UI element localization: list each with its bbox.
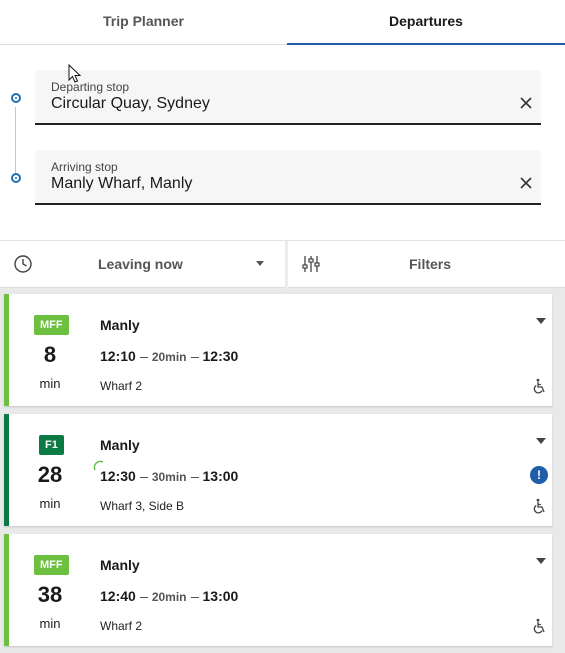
trip-times: 12:10 20min 12:30 bbox=[100, 348, 238, 364]
route-connector bbox=[15, 107, 16, 173]
destination: Manly bbox=[100, 557, 140, 573]
trip-duration: 20min bbox=[151, 590, 187, 604]
filters-label: Filters bbox=[409, 256, 452, 272]
arrive-time: 12:30 bbox=[202, 348, 239, 364]
minutes-until-departure: 38 bbox=[37, 582, 63, 607]
wheelchair-icon bbox=[533, 618, 545, 634]
wharf-location: Wharf 3, Side B bbox=[100, 499, 185, 513]
origin-marker-icon bbox=[11, 93, 21, 103]
wharf-location: Wharf 2 bbox=[100, 619, 143, 633]
depart-time: 12:10 bbox=[100, 348, 136, 364]
trip-duration: 30min bbox=[151, 470, 187, 484]
tab-departures[interactable]: Departures bbox=[287, 0, 565, 45]
destination: Manly bbox=[100, 317, 140, 333]
minutes-unit: min bbox=[39, 616, 61, 631]
clear-arriving-icon[interactable] bbox=[519, 176, 533, 190]
filters-button[interactable]: Filters bbox=[288, 241, 565, 287]
departing-stop-value[interactable]: Circular Quay, Sydney bbox=[51, 95, 210, 113]
arriving-stop-label: Arriving stop bbox=[51, 160, 118, 174]
depart-time: 12:40 bbox=[100, 588, 136, 604]
trip-duration: 20min bbox=[151, 350, 187, 364]
arrive-time: 13:00 bbox=[202, 588, 239, 604]
time-option-dropdown[interactable]: Leaving now bbox=[0, 241, 285, 287]
expand-chevron-icon[interactable] bbox=[536, 318, 546, 324]
clear-departing-icon[interactable] bbox=[519, 96, 533, 110]
minutes-until-departure: 8 bbox=[43, 342, 57, 367]
trip-times: 12:30 30min 13:00 bbox=[100, 468, 238, 484]
arriving-stop-field[interactable]: Arriving stop Manly Wharf, Manly bbox=[35, 150, 541, 205]
trip-times: 12:40 20min 13:00 bbox=[100, 588, 238, 604]
departing-stop-field[interactable]: Departing stop Circular Quay, Sydney bbox=[35, 70, 541, 125]
wheelchair-icon bbox=[533, 378, 545, 394]
depart-time: 12:30 bbox=[100, 468, 136, 484]
sliders-icon bbox=[302, 256, 320, 272]
tab-bar: Trip Planner Departures bbox=[0, 0, 565, 45]
departure-card[interactable]: F1 28 min Manly 12:30 30min 13:00 Wharf 3,… bbox=[4, 414, 552, 526]
route-badge: MFF bbox=[34, 315, 69, 335]
destination: Manly bbox=[100, 437, 140, 453]
minutes-until-departure: 28 bbox=[37, 462, 63, 487]
clock-icon bbox=[14, 255, 32, 273]
tab-trip-planner[interactable]: Trip Planner bbox=[0, 0, 287, 45]
wharf-location: Wharf 2 bbox=[100, 379, 143, 393]
departure-card[interactable]: MFF 8 min Manly 12:10 20min 12:30 Wharf 2 bbox=[4, 294, 552, 406]
chevron-down-icon bbox=[256, 261, 264, 266]
destination-marker-icon bbox=[11, 173, 21, 183]
departure-card[interactable]: MFF 38 min Manly 12:40 20min 13:00 Wharf 2 bbox=[4, 534, 552, 646]
arriving-stop-value[interactable]: Manly Wharf, Manly bbox=[51, 175, 192, 193]
arrive-time: 13:00 bbox=[202, 468, 239, 484]
mouse-cursor-icon bbox=[68, 64, 82, 83]
route-badge: MFF bbox=[34, 555, 69, 575]
minutes-unit: min bbox=[39, 376, 61, 391]
wheelchair-icon bbox=[533, 498, 545, 514]
expand-chevron-icon[interactable] bbox=[536, 438, 546, 444]
expand-chevron-icon[interactable] bbox=[536, 558, 546, 564]
departing-stop-label: Departing stop bbox=[51, 80, 130, 94]
minutes-unit: min bbox=[39, 496, 61, 511]
filter-bar: Leaving now Filters bbox=[0, 240, 565, 289]
time-option-label: Leaving now bbox=[98, 256, 183, 272]
alert-icon[interactable]: ! bbox=[530, 466, 548, 484]
stop-search-panel: Departing stop Circular Quay, Sydney Arr… bbox=[0, 45, 565, 240]
route-badge: F1 bbox=[39, 435, 64, 455]
